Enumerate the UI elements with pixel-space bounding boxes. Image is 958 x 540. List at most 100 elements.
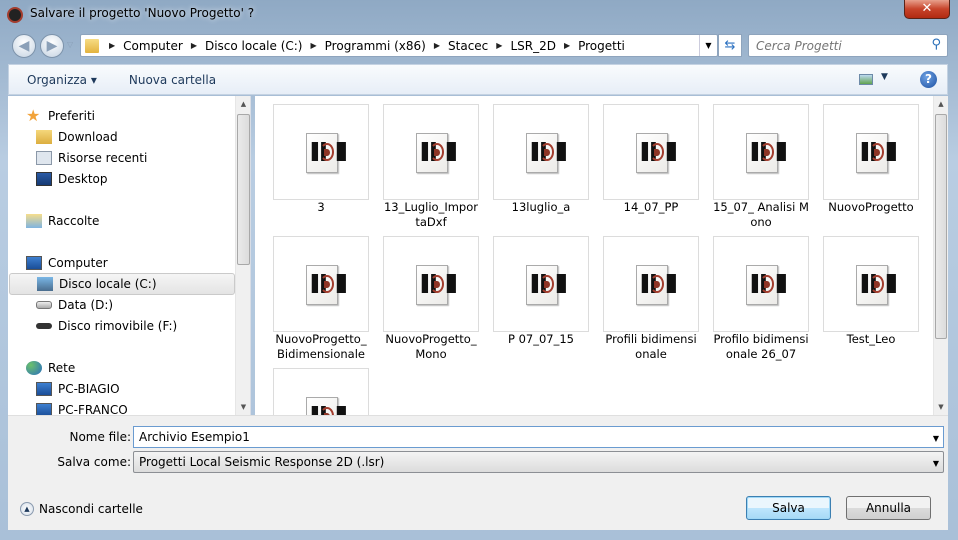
file-name: NuovoProgetto_ Mono [385,332,477,361]
organize-button[interactable]: Organizza ▾ [9,73,111,87]
refresh-button[interactable]: ⇆ [718,34,742,57]
nav-disk-c[interactable]: Disco locale (C:) [9,273,235,295]
file-thumbnail: ▌▍▐▌ [603,236,699,332]
address-dropdown[interactable]: ▼ [699,35,717,56]
change-view-icon[interactable] [859,74,873,85]
file-thumbnail: ▌▍▐▌ [493,104,589,200]
file-item[interactable]: ▌▍▐▌ 15_07_ Analisi Mono [713,104,809,230]
close-button[interactable]: ✕ [904,0,950,19]
view-options-dropdown[interactable]: ▼ [881,72,888,82]
nav-pc-biagio[interactable]: PC-BIAGIO [36,379,120,399]
cancel-button[interactable]: Annulla [846,496,931,520]
breadcrumb-stacec[interactable]: Stacec [448,39,488,53]
nav-libraries[interactable]: Raccolte [26,211,99,231]
breadcrumb-disk-c[interactable]: Disco locale (C:) [205,39,303,53]
chevron-right-icon: ▶ [109,41,116,50]
address-bar[interactable]: ▶ Computer ▶ Disco locale (C:) ▶ Programmi … [80,34,718,57]
lsr-file-icon: ▌▍▐▌ [746,133,792,173]
breadcrumb-lsr2d[interactable]: LSR_2D [510,39,556,53]
nav-computer[interactable]: Computer [26,253,108,273]
nav-recent[interactable]: Risorse recenti [36,148,147,168]
file-thumbnail: ▌▍▐▌ [383,236,479,332]
lsr-file-icon: ▌▍▐▌ [306,397,352,415]
breadcrumb-programs[interactable]: Programmi (x86) [325,39,426,53]
nav-pc-franco[interactable]: PC-FRANCO [36,400,128,415]
file-item[interactable]: ▌▍▐▌ Profilo bidimensionale 26_07 [713,236,809,362]
nav-favorites[interactable]: ★ Preferiti [26,106,95,126]
file-thumbnail: ▌▍▐▌ [273,104,369,200]
lsr-file-icon: ▌▍▐▌ [526,265,572,305]
file-thumbnail: ▌▍▐▌ [823,236,919,332]
save-form: Nome file: Archivio Esempio1 ▼ Salva come… [8,415,948,530]
file-name: 13luglio_a [511,200,571,214]
back-button[interactable]: ◀ [12,34,36,58]
file-thumbnail: ▌▍▐▌ [713,236,809,332]
app-icon [7,7,23,23]
file-item[interactable]: ▌▍▐▌ Test_Leo [823,236,919,347]
system-drive-icon [37,277,53,291]
chevron-up-icon: ▲ [20,502,34,516]
file-thumbnail: ▌▍▐▌ [383,104,479,200]
toolbar: Organizza ▾ Nuova cartella ▼ ? [8,64,948,95]
file-name: NuovoProgetto [828,200,914,214]
nav-desktop[interactable]: Desktop [36,169,108,189]
file-item[interactable]: ▌▍▐▌ NuovoProgetto_ Mono [383,236,479,362]
file-item[interactable]: ▌▍▐▌ P 07_07_15 [493,236,589,347]
lsr-file-icon: ▌▍▐▌ [306,133,352,173]
nav-scrollbar[interactable]: ▲ ▼ [235,96,250,415]
files-scrollbar[interactable]: ▲ ▼ [933,96,948,415]
computer-icon [36,403,52,415]
lsr-file-icon: ▌▍▐▌ [526,133,572,173]
navigation-pane: ★ Preferiti Download Risorse recenti Desk… [8,96,251,415]
computer-icon [26,256,42,270]
libraries-icon [26,214,42,228]
file-name: Test_Leo [846,332,896,346]
breadcrumb-progetti[interactable]: Progetti [578,39,625,53]
filename-input[interactable]: Archivio Esempio1 ▼ [133,426,944,448]
file-item[interactable]: ▌▍▐▌ Profili bidimensionale [603,236,699,362]
recent-pages-dropdown[interactable]: ▽ [67,40,73,49]
file-thumbnail: ▌▍▐▌ [493,236,589,332]
nav-network[interactable]: Rete [26,358,75,378]
lsr-file-icon: ▌▍▐▌ [306,265,352,305]
forward-button[interactable]: ▶ [40,34,64,58]
file-item[interactable]: ▌▍▐▌ 13luglio_a [493,104,589,215]
filetype-label: Salva come: [57,455,131,469]
file-item[interactable]: ▌▍▐▌ 13_Luglio_ImportaDxf [383,104,479,230]
file-item[interactable]: ▌▍▐▌ NuovoProgetto_ Bidimensionale [273,236,369,362]
nav-download[interactable]: Download [36,127,118,147]
chevron-right-icon: ▶ [190,41,197,50]
search-input[interactable] [756,36,926,56]
help-icon[interactable]: ? [920,71,937,88]
file-name: Profili bidimensionale [605,332,697,361]
lsr-file-icon: ▌▍▐▌ [416,133,462,173]
chevron-right-icon: ▶ [310,41,317,50]
save-button[interactable]: Salva [746,496,831,520]
lsr-file-icon: ▌▍▐▌ [416,265,462,305]
breadcrumb-computer[interactable]: Computer [123,39,183,53]
network-icon [26,361,42,375]
desktop-icon [36,172,52,186]
lsr-file-icon: ▌▍▐▌ [636,265,682,305]
file-thumbnail: ▌▍▐▌ [273,236,369,332]
file-item[interactable]: ▌▍▐▌ NuovoProgetto [823,104,919,215]
chevron-down-icon[interactable]: ▼ [933,431,939,447]
new-folder-button[interactable]: Nuova cartella [111,73,230,87]
file-name: 13_Luglio_ImportaDxf [383,200,478,229]
file-item[interactable]: ▌▍▐▌ 14_07_PP [603,104,699,215]
file-item[interactable]: ▌▍▐▌ [273,368,369,415]
chevron-down-icon[interactable]: ▼ [933,456,939,472]
recent-places-icon [36,151,52,165]
filetype-select[interactable]: Progetti Local Seismic Response 2D (.lsr… [133,451,944,473]
search-box[interactable]: ⚲ [748,34,948,57]
file-thumbnail: ▌▍▐▌ [823,104,919,200]
title-bar: Salvare il progetto 'Nuovo Progetto' ? ✕ [0,0,958,28]
download-folder-icon [36,130,52,144]
nav-disk-f[interactable]: Disco rimovibile (F:) [36,316,177,336]
drive-icon [36,301,52,309]
file-name: Profilo bidimensionale 26_07 [713,332,809,361]
search-icon[interactable]: ⚲ [931,37,941,52]
file-item[interactable]: ▌▍▐▌ 3 [273,104,369,215]
hide-folders-button[interactable]: ▲ Nascondi cartelle [20,502,143,516]
nav-disk-d[interactable]: Data (D:) [36,295,113,315]
